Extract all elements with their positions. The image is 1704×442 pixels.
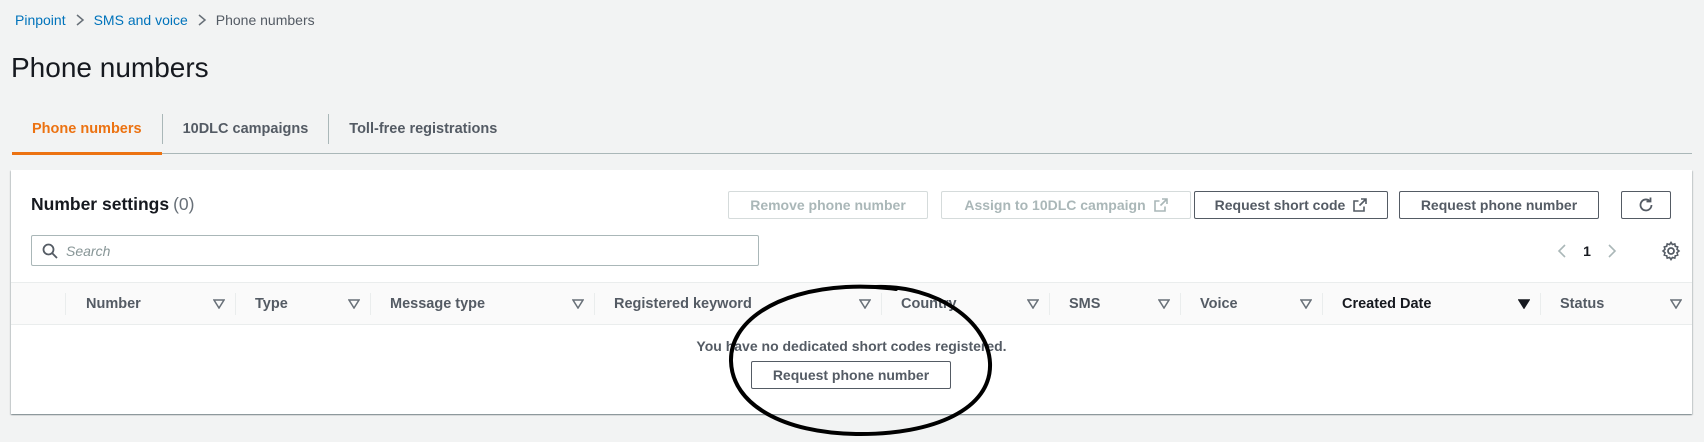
column-label: SMS — [1069, 296, 1101, 312]
sort-icon — [572, 299, 584, 309]
column-label: Registered keyword — [614, 296, 752, 312]
column-label: Created Date — [1342, 296, 1432, 312]
breadcrumb-sms-and-voice[interactable]: SMS and voice — [94, 12, 188, 28]
refresh-button[interactable] — [1621, 191, 1671, 219]
chevron-right-icon — [66, 14, 94, 26]
pagination: 1 — [1552, 236, 1622, 266]
column-label: Type — [255, 296, 288, 312]
column-voice[interactable]: Voice — [1180, 283, 1322, 325]
panel-title-text: Number settings — [31, 194, 170, 214]
assign-10dlc-campaign-label: Assign to 10DLC campaign — [964, 197, 1146, 213]
request-short-code-label: Request short code — [1214, 197, 1346, 213]
panel-title: Number settings (0) — [31, 194, 194, 215]
empty-state-message: You have no dedicated short codes regist… — [696, 338, 1007, 354]
number-settings-panel: Number settings (0) Remove phone number A… — [11, 170, 1692, 414]
sort-icon — [1300, 299, 1312, 309]
column-message-type[interactable]: Message type — [370, 283, 594, 325]
column-number[interactable]: Number — [66, 283, 235, 325]
column-label: Country — [901, 296, 957, 312]
request-phone-number-button[interactable]: Request phone number — [1399, 191, 1599, 219]
column-label: Status — [1560, 296, 1605, 312]
sort-icon — [1158, 299, 1170, 309]
tab-toll-free-registrations[interactable]: Toll-free registrations — [329, 104, 517, 153]
sort-icon — [1670, 299, 1682, 309]
remove-phone-number-button[interactable]: Remove phone number — [728, 191, 928, 219]
column-label: Message type — [390, 296, 486, 312]
chevron-right-icon — [188, 14, 216, 26]
assign-10dlc-campaign-button[interactable]: Assign to 10DLC campaign — [941, 191, 1191, 219]
sort-descending-icon — [1518, 299, 1530, 309]
search-input[interactable] — [66, 242, 746, 259]
page-title: Phone numbers — [11, 52, 209, 83]
gear-icon[interactable] — [1660, 240, 1682, 262]
panel-count: (0) — [173, 194, 195, 214]
current-page[interactable]: 1 — [1572, 243, 1602, 259]
column-country[interactable]: Country — [881, 283, 1049, 325]
tab-phone-numbers[interactable]: Phone numbers — [12, 104, 162, 155]
breadcrumb-phone-numbers: Phone numbers — [215, 12, 315, 28]
request-short-code-button[interactable]: Request short code — [1194, 191, 1388, 219]
column-type[interactable]: Type — [235, 283, 370, 325]
refresh-icon — [1639, 197, 1653, 212]
pinpoint-phone-numbers-page: Pinpoint SMS and voice Phone numbers Pho… — [0, 0, 1704, 442]
column-sms[interactable]: SMS — [1049, 283, 1180, 325]
breadcrumb: Pinpoint SMS and voice Phone numbers — [15, 12, 315, 28]
chevron-left-icon[interactable] — [1552, 236, 1572, 266]
breadcrumb-pinpoint[interactable]: Pinpoint — [15, 12, 66, 28]
external-link-icon — [1353, 198, 1368, 212]
sort-icon — [348, 299, 360, 309]
sort-icon — [1027, 299, 1039, 309]
tab-bar: Phone numbers 10DLC campaigns Toll-free … — [12, 104, 1692, 155]
sort-icon — [859, 299, 871, 309]
column-status[interactable]: Status — [1540, 283, 1692, 325]
column-registered-keyword[interactable]: Registered keyword — [594, 283, 881, 325]
sort-icon — [213, 299, 225, 309]
tab-10dlc-campaigns[interactable]: 10DLC campaigns — [163, 104, 329, 153]
table-header: Number Type Message type Registered keyw… — [11, 282, 1692, 325]
empty-state-request-phone-number-button[interactable]: Request phone number — [751, 361, 951, 389]
chevron-right-icon[interactable] — [1602, 236, 1622, 266]
column-created-date[interactable]: Created Date — [1322, 283, 1540, 325]
search-field[interactable] — [31, 235, 759, 266]
search-icon — [42, 243, 58, 259]
column-label: Voice — [1200, 296, 1238, 312]
external-link-icon — [1153, 198, 1168, 212]
column-label: Number — [86, 296, 141, 312]
